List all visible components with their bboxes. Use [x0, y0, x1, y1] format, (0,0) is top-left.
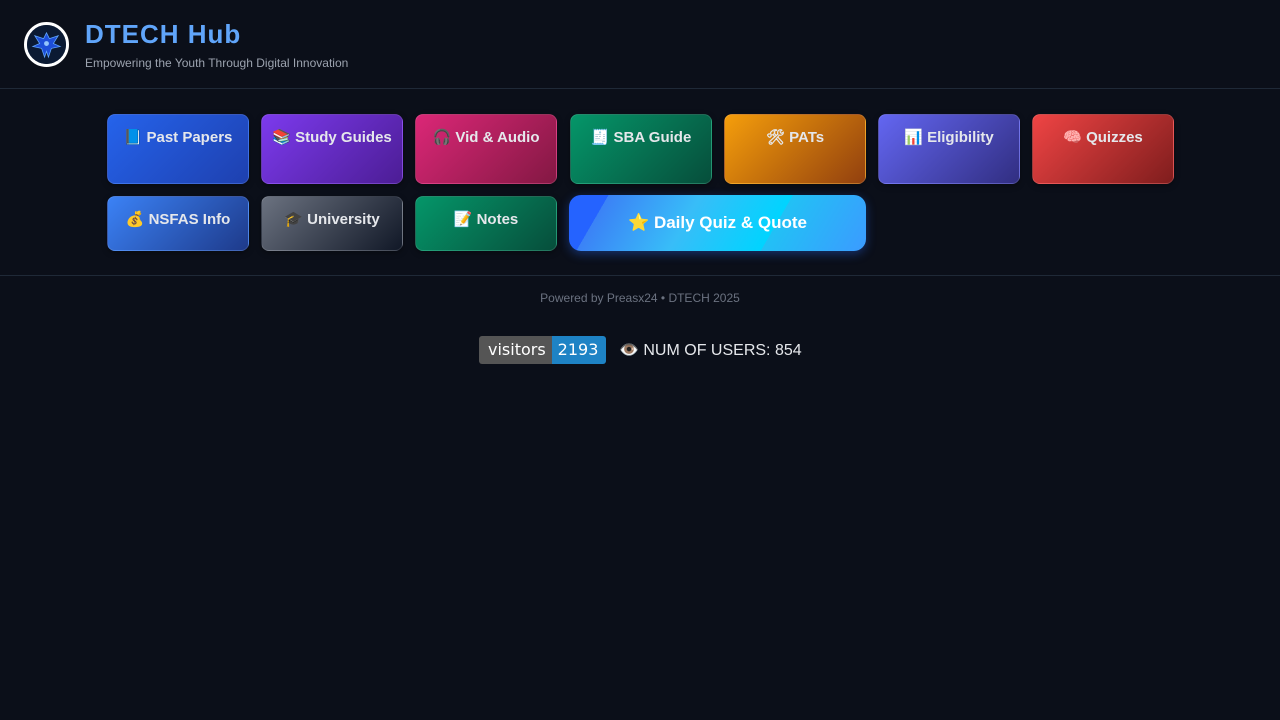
site-tagline: Empowering the Youth Through Digital Inn…	[85, 56, 349, 70]
visitor-counter-badge: visitors 2193	[479, 336, 607, 364]
brain-icon: 🧠	[1063, 129, 1082, 146]
footer-credit: Powered by Preasx24 • DTECH 2025	[540, 291, 740, 305]
university-button[interactable]: 🎓 University	[261, 196, 403, 251]
site-header: DTECH Hub Empowering the Youth Through D…	[0, 0, 1280, 89]
section-divider	[0, 275, 1280, 276]
university-label: University	[307, 211, 380, 228]
nsfas-info-button[interactable]: 💰 NSFAS Info	[107, 196, 249, 251]
notes-button[interactable]: 📝 Notes	[415, 196, 557, 251]
vid-audio-label: Vid & Audio	[455, 129, 540, 146]
quizzes-button[interactable]: 🧠 Quizzes	[1032, 114, 1174, 184]
eligibility-button[interactable]: 📊 Eligibility	[878, 114, 1020, 184]
daily-quiz-quote-label: Daily Quiz & Quote	[653, 213, 807, 232]
memo-icon: 📝	[453, 211, 473, 228]
eye-icon: 👁️	[619, 342, 639, 359]
bar-chart-icon: 📊	[904, 129, 923, 146]
book-icon: 📘	[123, 129, 143, 146]
daily-quiz-quote-button[interactable]: ⭐ Daily Quiz & Quote	[569, 195, 866, 251]
star-icon: ⭐	[628, 213, 650, 232]
receipt-icon: 🧾	[590, 129, 610, 146]
user-count-text: NUM OF USERS: 854	[643, 342, 802, 359]
study-guides-button[interactable]: 📚 Study Guides	[261, 114, 403, 184]
quizzes-label: Quizzes	[1086, 129, 1143, 146]
past-papers-button[interactable]: 📘 Past Papers	[107, 114, 249, 184]
nsfas-info-label: NSFAS Info	[148, 211, 231, 228]
pats-label: PATs	[789, 129, 825, 146]
study-guides-label: Study Guides	[295, 129, 392, 146]
past-papers-label: Past Papers	[146, 129, 233, 146]
sba-guide-label: SBA Guide	[613, 129, 692, 146]
visitor-badge-count: 2193	[551, 336, 607, 364]
user-count: 👁️ NUM OF USERS: 854	[619, 340, 802, 360]
books-icon: 📚	[272, 129, 291, 146]
sba-guide-button[interactable]: 🧾 SBA Guide	[570, 114, 712, 184]
money-bag-icon: 💰	[125, 211, 145, 228]
vid-audio-button[interactable]: 🎧 Vid & Audio	[415, 114, 557, 184]
site-title: DTECH Hub	[85, 19, 242, 49]
pats-button[interactable]: 🛠 PATs	[724, 114, 866, 184]
eligibility-label: Eligibility	[927, 129, 994, 146]
graduation-cap-icon: 🎓	[284, 211, 303, 228]
tools-icon: 🛠	[765, 129, 785, 146]
headphones-icon: 🎧	[432, 129, 452, 146]
eagle-logo-icon[interactable]	[24, 22, 69, 67]
visitor-badge-label: visitors	[479, 336, 552, 364]
notes-label: Notes	[476, 211, 519, 228]
